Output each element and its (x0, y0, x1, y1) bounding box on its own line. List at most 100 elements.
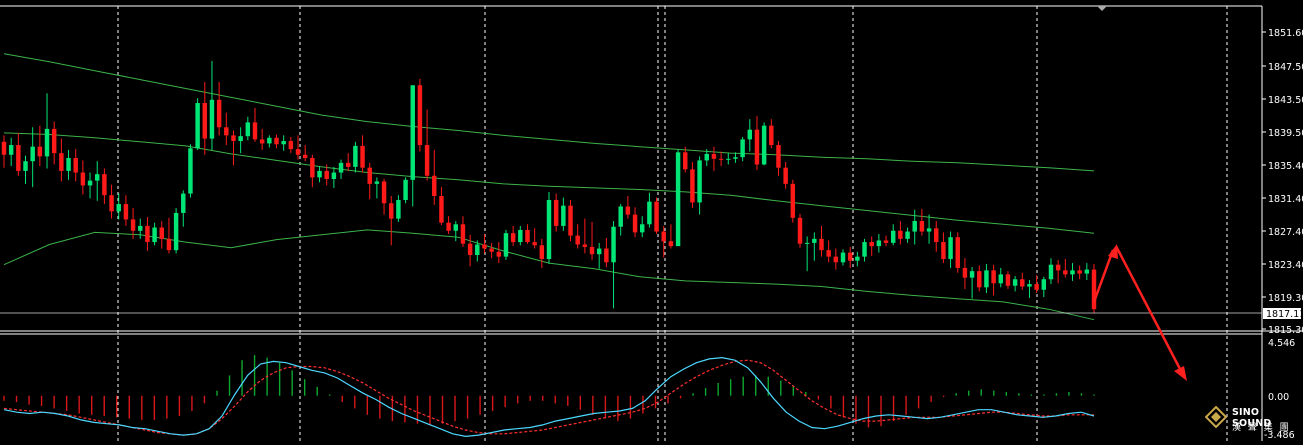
candle (195, 98, 200, 150)
candle-body (962, 267, 968, 278)
candle-body (518, 229, 523, 243)
candle-body (1034, 284, 1039, 290)
candle-body (410, 85, 415, 180)
candle-body (589, 246, 595, 255)
candle-body (862, 242, 867, 257)
candle-body (188, 148, 193, 194)
price-chart[interactable]: 1851.60 1847.50 1843.50 1839.50 1835.40 … (0, 0, 1303, 441)
candle-body (252, 122, 258, 140)
candle-body (44, 128, 50, 157)
candle-body (661, 231, 666, 242)
candle-body (668, 241, 674, 247)
candle-body (295, 149, 301, 155)
candle-body (733, 157, 738, 159)
candle-body (87, 180, 93, 186)
candle-body (95, 174, 100, 181)
price-tick-label: 1815.30 (1268, 325, 1303, 336)
candle-body (417, 85, 423, 146)
price-tick: 1843.50 (1262, 95, 1303, 106)
candle-body (553, 200, 559, 226)
logo-chinese-text: 漢 聲 集 團 (1232, 423, 1291, 433)
candle-body (905, 231, 910, 239)
candle-body (367, 167, 372, 184)
candle-body (625, 206, 631, 215)
candle-body (654, 201, 659, 232)
candle-body (288, 141, 294, 150)
candle-body (496, 251, 502, 257)
candle-body (898, 230, 903, 239)
price-tick: 1823.40 (1262, 260, 1303, 271)
candle-body (389, 203, 394, 219)
candle-body (116, 204, 121, 212)
candle-body (883, 240, 889, 243)
candle-body (338, 162, 344, 173)
price-tick: 1847.50 (1262, 62, 1303, 73)
candle (1091, 263, 1097, 314)
candle (546, 191, 552, 264)
price-tick-label: 1847.50 (1268, 62, 1303, 73)
candle (417, 78, 423, 152)
candle-body (489, 248, 494, 252)
chart-window[interactable]: 1851.60 1847.50 1843.50 1839.50 1835.40 … (0, 0, 1303, 441)
candle-body (1020, 279, 1025, 287)
candle-body (754, 129, 760, 165)
price-tick: 1815.30 (1262, 325, 1303, 336)
candle-body (324, 170, 329, 180)
candle-body (73, 157, 78, 173)
price-tick-label: 1843.50 (1268, 95, 1303, 106)
candle-body (331, 172, 337, 180)
candle (797, 213, 803, 248)
candle-body (1027, 284, 1032, 287)
candle-body (647, 201, 652, 225)
candle-body (912, 221, 917, 232)
candle-body (1048, 264, 1054, 280)
candle-body (503, 233, 509, 257)
candle-body (238, 136, 243, 142)
candle-body (460, 224, 466, 244)
candle-body (525, 229, 530, 243)
candle-body (381, 181, 387, 204)
candle-body (30, 146, 35, 162)
candle-body (159, 227, 164, 239)
candle (654, 197, 659, 234)
candle-body (546, 200, 552, 260)
candle-body (8, 145, 14, 155)
candle-body (869, 242, 874, 247)
candle-body (697, 160, 702, 203)
candle-body (718, 158, 724, 160)
candle-body (855, 256, 860, 261)
candle-body (934, 228, 939, 243)
candle-body (37, 146, 43, 157)
candle-body (102, 174, 107, 196)
candle-body (690, 169, 695, 203)
candle-body (446, 222, 451, 231)
candle-body (826, 250, 831, 257)
candle-body (618, 206, 623, 227)
current-price-tag: 1817.11 (1263, 308, 1303, 320)
candle-body (1012, 279, 1018, 286)
candle-body (991, 270, 996, 284)
candle-body (1084, 269, 1090, 274)
price-tick: 1819.30 (1262, 293, 1303, 304)
candle (403, 177, 408, 204)
candle-body (747, 129, 753, 140)
candle-body (224, 127, 229, 136)
candle-body (783, 167, 788, 184)
candle-body (890, 230, 896, 243)
candle-body (130, 219, 136, 231)
price-tick: 1851.60 (1262, 28, 1303, 39)
candle-body (1070, 270, 1075, 275)
candle (188, 144, 193, 198)
candle (173, 208, 179, 254)
candle (790, 179, 796, 223)
candle-body (1077, 270, 1082, 274)
osc-tick-label: 4.546 (1268, 338, 1295, 349)
candle-body (195, 103, 200, 149)
candle-body (432, 175, 437, 196)
candle-body (482, 244, 487, 249)
candle-body (510, 233, 516, 243)
candle-body (812, 238, 817, 243)
candle-body (761, 125, 767, 165)
candle-body (202, 103, 208, 139)
candle-body (173, 212, 179, 251)
